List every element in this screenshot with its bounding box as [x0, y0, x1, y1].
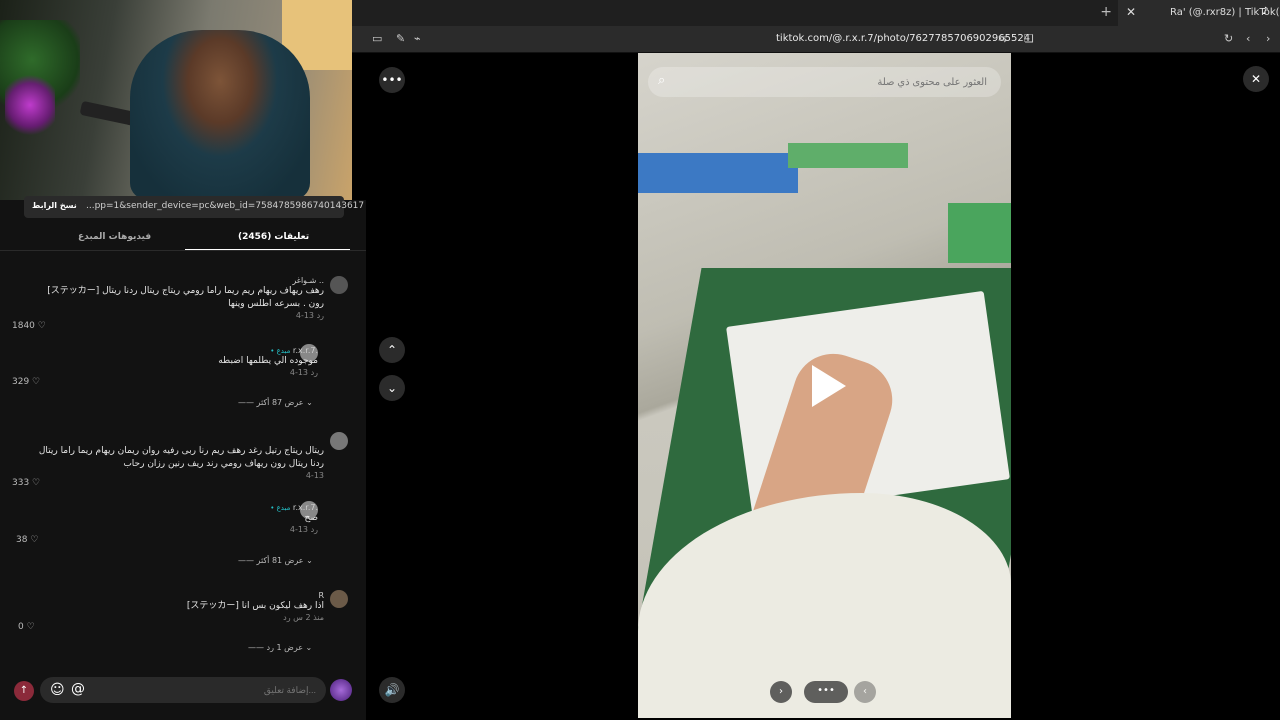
tab-creator-videos[interactable]: فيديوهات المبدع: [78, 232, 151, 242]
more-options-button[interactable]: •••: [379, 67, 405, 93]
photo-desk: [638, 153, 798, 193]
comment-meta[interactable]: 4-13 رد: [218, 368, 318, 377]
search-icon[interactable]: ⌕: [658, 73, 665, 88]
sound-toggle-button[interactable]: 🔊: [379, 677, 405, 703]
photo-pager: › ••• ‹: [770, 681, 880, 703]
comment-item: • مبدع r.x.r.7. موجوده الي يطلمها اضبطه …: [218, 346, 318, 377]
comment-item: شـواغر .. [ステッカー] رهف ريهاف ريهام ريم ري…: [47, 276, 350, 320]
avatar[interactable]: [330, 679, 352, 701]
related-search-input[interactable]: [687, 73, 987, 91]
show-more-replies[interactable]: —— عرض 1 رد ⌄: [248, 643, 312, 652]
photo-viewer: ••• ⌃ ⌄ 🔊 ✕ ⌕ › ••• ‹: [366, 53, 1280, 720]
url-text[interactable]: tiktok.com/@.r.x.r.7/photo/7627785706902…: [776, 33, 1030, 44]
creator-badge: • مبدع: [270, 504, 291, 512]
comment-text-line: ريتال ريتاج رتيل رغد رهف ريم رنا ربى رفي…: [38, 446, 324, 456]
like-count[interactable]: 38 ♡: [16, 535, 38, 545]
comment-text-line: ردنا ريتال رون ريهاف رومي رند ريف رنين ر…: [123, 459, 324, 469]
previous-post-button[interactable]: ⌃: [379, 337, 405, 363]
comment-input[interactable]: [116, 681, 316, 699]
tab-close-icon[interactable]: ✕: [1126, 5, 1136, 19]
creator-badge: • مبدع: [270, 347, 291, 355]
photo-desk: [788, 143, 908, 168]
comment-username[interactable]: • مبدع r.x.r.7.: [218, 346, 318, 355]
post-photo[interactable]: ⌕ › ••• ‹: [638, 53, 1011, 718]
comment-text-line: موجوده الي يطلمها اضبطه: [218, 356, 318, 366]
avatar[interactable]: [330, 432, 348, 450]
show-more-replies[interactable]: —— عرض 87 أكثر ⌄: [238, 398, 313, 407]
comment-text-line: [ステッカー] اذا رهف ليكون بس انا: [186, 601, 324, 611]
comments-panel: نسخ الرابط ...pp=1&sender_device=pc&web_…: [0, 196, 366, 720]
like-count[interactable]: 329 ♡: [12, 377, 40, 387]
share-link-text[interactable]: ...pp=1&sender_device=pc&web_id=75847859…: [86, 201, 364, 211]
extension-icon[interactable]: ⌁: [414, 32, 421, 45]
like-count[interactable]: 333 ♡: [12, 478, 40, 488]
tiktok-favicon-icon: ♪: [1262, 6, 1269, 17]
pager-dots: •••: [804, 681, 848, 703]
tabs-divider: [0, 250, 366, 251]
translate-icon[interactable]: ✎: [396, 32, 405, 45]
pager-next-button[interactable]: ›: [770, 681, 792, 703]
comment-item: ريتال ريتاج رتيل رغد رهف ريم رنا ربى رفي…: [39, 445, 324, 480]
panel-tabs: فيديوهات المبدع تعليقات (2456): [20, 228, 350, 251]
comment-meta[interactable]: 4-13: [39, 471, 324, 480]
comment-meta[interactable]: منذ 2 س رد: [187, 613, 324, 622]
comment-text-line: صح: [304, 513, 318, 523]
comment-username[interactable]: شـواغر ..: [47, 276, 324, 285]
site-settings-icon[interactable]: ⇆: [998, 32, 1007, 45]
photo-desk: [948, 203, 1011, 263]
address-bar: ▭ ✎ ⌁ tiktok.com/@.r.x.r.7/photo/7627785…: [352, 26, 1280, 53]
next-post-button[interactable]: ⌄: [379, 375, 405, 401]
share-link-bar: نسخ الرابط ...pp=1&sender_device=pc&web_…: [24, 196, 364, 218]
comment-username[interactable]: • مبدع r.x.r.7.: [270, 503, 318, 512]
send-button[interactable]: ↑: [14, 681, 34, 701]
cam-person: [130, 30, 310, 200]
emoji-icon[interactable]: ☺: [50, 682, 65, 698]
mention-icon[interactable]: @: [71, 681, 85, 697]
show-more-replies[interactable]: —— عرض 81 أكثر ⌄: [238, 556, 313, 565]
play-icon[interactable]: [812, 365, 846, 407]
bookmark-icon[interactable]: ❏: [1024, 32, 1034, 45]
webcam-overlay: [0, 0, 352, 200]
browser-tab-bar: + ✕ Ra' (@.rxr8z) | TikTok(1) ♪: [352, 0, 1280, 26]
comment-username[interactable]: R: [187, 591, 324, 600]
tab-comments[interactable]: تعليقات (2456): [238, 232, 309, 242]
like-count[interactable]: 1840 ♡: [12, 321, 46, 331]
copy-link-button[interactable]: نسخ الرابط: [32, 201, 77, 210]
back-icon[interactable]: ‹: [1246, 32, 1250, 45]
comment-item: R [ステッカー] اذا رهف ليكون بس انا منذ 2 س ر…: [187, 591, 324, 622]
browser-tab-active[interactable]: ✕ Ra' (@.rxr8z) | TikTok(1) ♪: [1118, 0, 1280, 26]
new-tab-button[interactable]: +: [1100, 4, 1112, 20]
comment-meta[interactable]: 4-13 رد: [47, 311, 324, 320]
cam-neon-light: [5, 70, 55, 140]
forward-icon[interactable]: ›: [1266, 32, 1270, 45]
related-search-bar: ⌕: [648, 67, 1001, 97]
pager-prev-button[interactable]: ‹: [854, 681, 876, 703]
close-viewer-button[interactable]: ✕: [1243, 66, 1269, 92]
avatar[interactable]: [330, 590, 348, 608]
comment-text-line: [ステッカー] رهف ريهاف ريهام ريم ريما راما رو…: [47, 286, 324, 296]
tab-icon[interactable]: ▭: [372, 32, 382, 45]
comment-text-line: رون . بسرعه اطلس وينها: [228, 299, 324, 309]
comment-meta[interactable]: 4-13 رد: [270, 525, 318, 534]
comment-item: • مبدع r.x.r.7. صح 4-13 رد: [270, 503, 318, 534]
reload-icon[interactable]: ↻: [1224, 32, 1233, 45]
like-count[interactable]: 0 ♡: [18, 622, 35, 632]
